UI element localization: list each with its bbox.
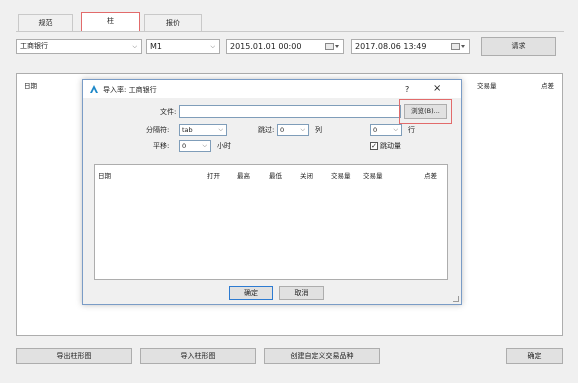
date-from-value: 2015.01.01 00:00	[230, 42, 302, 51]
create-custom-symbol-button[interactable]: 创建自定义交易品种	[264, 348, 380, 364]
help-icon[interactable]: ?	[405, 85, 409, 94]
ok-main-button[interactable]: 确定	[506, 348, 563, 364]
shift-label: 平移:	[153, 142, 170, 150]
shift-select[interactable]: 0 ⌵	[179, 140, 211, 152]
export-bars-button[interactable]: 导出柱形图	[16, 348, 132, 364]
hours-label: 小时	[217, 142, 231, 150]
skip-value: 0	[280, 126, 285, 134]
date-to-value: 2017.08.06 13:49	[355, 42, 427, 51]
dialog-title: 导入率: 工商银行	[103, 86, 157, 94]
resize-grip-icon[interactable]	[453, 296, 459, 302]
skip-label: 跳过:	[258, 126, 275, 134]
preview-header-date[interactable]: 日期	[98, 170, 111, 180]
tick-volume-label: 跳动量	[380, 142, 401, 150]
tab-quotes[interactable]: 报价	[144, 14, 202, 31]
rows-value: 0	[373, 126, 378, 134]
chevron-down-icon: ⌵	[218, 126, 223, 133]
dialog-titlebar: 导入率: 工商银行 ? ×	[83, 80, 461, 98]
ok-button[interactable]: 确定	[229, 286, 273, 300]
timeframe-select[interactable]: M1 ⌵	[146, 39, 220, 54]
date-to-picker[interactable]: 2017.08.06 13:49	[351, 39, 470, 54]
rows-label: 行	[408, 126, 415, 134]
preview-header-open[interactable]: 打开	[207, 170, 220, 180]
chevron-down-icon: ⌵	[300, 126, 305, 133]
separator-label: 分隔符:	[146, 126, 170, 134]
symbol-value: 工商银行	[20, 42, 48, 50]
chevron-down-icon: ⌵	[132, 43, 137, 50]
symbol-select[interactable]: 工商银行 ⌵	[16, 39, 142, 54]
preview-header-spread[interactable]: 点差	[424, 170, 437, 180]
tab-divider	[16, 31, 564, 32]
app-logo-icon	[90, 85, 98, 93]
chevron-down-icon: ⌵	[393, 126, 398, 133]
columns-label: 列	[315, 126, 322, 134]
skip-columns-select[interactable]: 0 ⌵	[277, 124, 309, 136]
date-from-picker[interactable]: 2015.01.01 00:00	[226, 39, 344, 54]
preview-header-volume[interactable]: 交易量	[331, 170, 351, 180]
tab-spec[interactable]: 规范	[18, 14, 73, 31]
cancel-button[interactable]: 取消	[279, 286, 324, 300]
preview-table[interactable]: 日期 打开 最高 最低 关闭 交易量 交易量 点差	[94, 164, 448, 280]
timeframe-value: M1	[150, 42, 162, 51]
skip-rows-select[interactable]: 0 ⌵	[370, 124, 402, 136]
column-header-volume[interactable]: 交易量	[477, 80, 497, 90]
preview-header-high[interactable]: 最高	[237, 170, 250, 180]
calendar-icon[interactable]	[325, 43, 339, 50]
tick-volume-checkbox[interactable]: ✓	[370, 142, 378, 150]
preview-header-close[interactable]: 关闭	[300, 170, 313, 180]
preview-header-low[interactable]: 最低	[269, 170, 282, 180]
tab-bars[interactable]: 柱	[81, 12, 140, 31]
separator-value: tab	[182, 126, 193, 134]
shift-value: 0	[182, 142, 187, 150]
chevron-down-icon: ⌵	[202, 142, 207, 149]
request-button[interactable]: 请求	[481, 37, 556, 56]
import-dialog: 导入率: 工商银行 ? × 文件: 浏览(B)... 分隔符: tab ⌵ 跳过…	[82, 79, 462, 305]
import-bars-button[interactable]: 导入柱形图	[140, 348, 256, 364]
column-header-spread[interactable]: 点差	[541, 80, 554, 90]
chevron-down-icon: ⌵	[210, 43, 215, 50]
file-path-input[interactable]	[179, 105, 401, 118]
file-label: 文件:	[160, 108, 177, 116]
close-icon[interactable]: ×	[433, 83, 441, 94]
preview-header-tick-volume[interactable]: 交易量	[363, 170, 383, 180]
browse-highlight	[399, 99, 452, 124]
separator-select[interactable]: tab ⌵	[179, 124, 227, 136]
calendar-icon[interactable]	[451, 43, 465, 50]
column-header-date[interactable]: 日期	[24, 80, 37, 90]
